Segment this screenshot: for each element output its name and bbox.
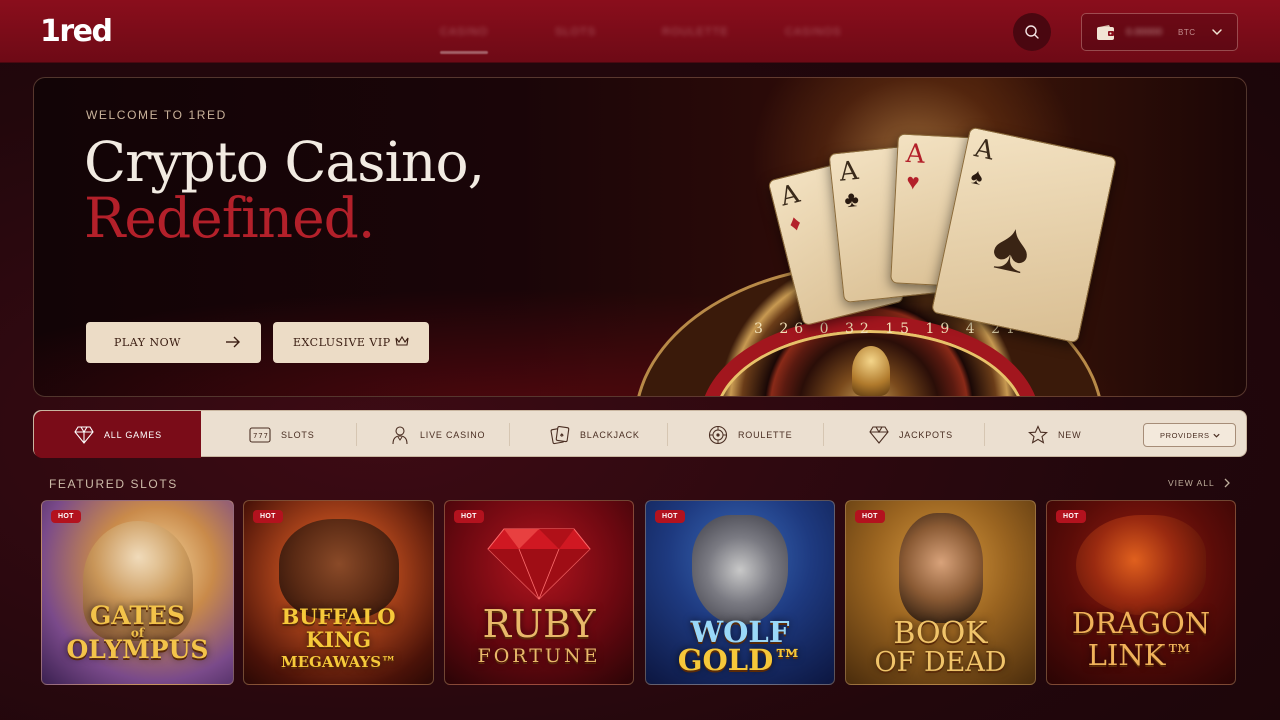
category-bar: ALL GAMES 777 SLOTS LIVE CASINO ♠ BLACKJ… [33, 410, 1247, 458]
view-all-label: VIEW ALL [1168, 478, 1215, 488]
chevron-right-icon [1224, 478, 1230, 488]
game-title-line: DRAGON [1071, 606, 1211, 640]
slot-machine-icon: 777 [249, 426, 271, 443]
heart-suit-icon: ♥ [905, 168, 921, 195]
hot-badge: HOT [253, 510, 283, 523]
nav-item-slots[interactable]: Slots [555, 26, 596, 38]
wallet-balance: 0.00000 [1126, 27, 1163, 38]
dragon-art [1076, 515, 1206, 615]
hot-badge: HOT [855, 510, 885, 523]
diamond-icon [74, 425, 94, 444]
wallet-icon [1097, 25, 1114, 40]
svg-text:777: 777 [253, 432, 269, 440]
ruby-gem-icon [487, 528, 591, 600]
wallet-dropdown[interactable]: 0.00000 BTC [1081, 13, 1238, 51]
vip-label: EXCLUSIVE VIP [293, 336, 391, 349]
cleopatra-art [898, 513, 983, 623]
divider [984, 423, 985, 446]
hero-title-line1: Crypto Casino, [84, 130, 485, 194]
nav-active-indicator [440, 51, 488, 54]
arrow-right-icon [226, 336, 240, 348]
game-title-line: MEGAWAYS™ [280, 653, 397, 671]
featured-slots-title: FEATURED SLOTS [49, 477, 178, 491]
tab-new[interactable]: NEW [1028, 411, 1081, 458]
hot-badge: HOT [51, 510, 81, 523]
game-card-wolf-gold[interactable]: HOT WOLF GOLD™ [645, 500, 835, 685]
view-all-link[interactable]: VIEW ALL [1168, 478, 1231, 488]
svg-text:♠: ♠ [560, 432, 565, 439]
tab-blackjack[interactable]: ♠ BLACKJACK [550, 411, 640, 458]
nav-item-casinos[interactable]: Casinos [785, 26, 842, 38]
tab-roulette[interactable]: ROULETTE [708, 411, 792, 458]
tab-jackpots[interactable]: JACKPOTS [869, 411, 953, 458]
game-title-line: GATES [89, 601, 186, 630]
hot-badge: HOT [454, 510, 484, 523]
exclusive-vip-button[interactable]: EXCLUSIVE VIP [273, 322, 429, 363]
star-icon [1028, 424, 1048, 444]
dealer-icon [392, 425, 408, 444]
game-title-line: BUFFALO [281, 604, 396, 629]
divider [667, 423, 668, 446]
diamond-icon [869, 425, 889, 444]
nav-item-casino[interactable]: Casino [440, 26, 488, 38]
tab-live-casino[interactable]: LIVE CASINO [390, 411, 485, 458]
game-title-line: GOLD™ [677, 643, 803, 677]
play-now-label: PLAY NOW [114, 336, 181, 349]
chevron-down-icon [1212, 29, 1222, 36]
search-button[interactable] [1013, 13, 1051, 51]
tab-all-games[interactable]: ALL GAMES [74, 411, 162, 458]
hot-badge: HOT [655, 510, 685, 523]
game-title-line: KING [305, 627, 372, 652]
hero-banner: 3 26 0 32 15 19 4 21 A ♦ A ♣ A ♥ A ♠ ♠ W… [33, 77, 1247, 397]
game-title-line: OLYMPUS [66, 635, 209, 664]
game-title-line: RUBY [482, 602, 596, 646]
wolf-art [692, 515, 788, 625]
divider [356, 423, 357, 446]
game-card-ruby-fortune[interactable]: HOT RUBY FORTUNE [444, 500, 634, 685]
providers-label: PROVIDERS [1160, 430, 1210, 440]
providers-dropdown[interactable]: PROVIDERS [1143, 423, 1236, 447]
cards-icon: ♠ [550, 425, 570, 444]
brand-logo[interactable]: 1red [40, 14, 113, 49]
game-card-gates-of-olympus[interactable]: HOT GATES of OLYMPUS [41, 500, 234, 685]
crown-icon [395, 335, 409, 346]
game-card-buffalo-king[interactable]: HOT BUFFALO KING MEGAWAYS™ [243, 500, 434, 685]
club-suit-icon: ♣ [843, 185, 861, 213]
spade-suit-icon: ♠ [968, 163, 986, 190]
large-spade-icon: ♠ [985, 204, 1039, 289]
game-title-line: LINK™ [1087, 638, 1195, 672]
hero-title-line2: Redefined. [84, 186, 375, 250]
top-header: 1red Casino Slots Roulette Casinos 0.000… [0, 0, 1280, 63]
roulette-icon [708, 425, 728, 444]
diamond-suit-icon: ♦ [786, 209, 804, 237]
divider [823, 423, 824, 446]
hero-eyebrow: WELCOME TO 1RED [86, 108, 227, 122]
game-card-dragon-link[interactable]: HOT DRAGON LINK™ [1046, 500, 1236, 685]
game-title-line: OF DEAD [874, 647, 1007, 678]
roulette-numbers: 3 26 0 32 15 19 4 21 [754, 321, 1021, 337]
chevron-down-icon [1213, 433, 1220, 438]
play-now-button[interactable]: PLAY NOW [86, 322, 261, 363]
wallet-currency: BTC [1178, 28, 1196, 37]
game-title-line: BOOK [893, 616, 988, 651]
tab-slots[interactable]: 777 SLOTS [249, 411, 315, 458]
divider [509, 423, 510, 446]
hot-badge: HOT [1056, 510, 1086, 523]
game-card-book-of-dead[interactable]: HOT BOOK OF DEAD [845, 500, 1036, 685]
search-icon [1025, 25, 1039, 39]
roulette-hub [852, 346, 890, 396]
nav-item-roulette[interactable]: Roulette [662, 26, 729, 38]
game-title-line: FORTUNE [477, 645, 601, 667]
